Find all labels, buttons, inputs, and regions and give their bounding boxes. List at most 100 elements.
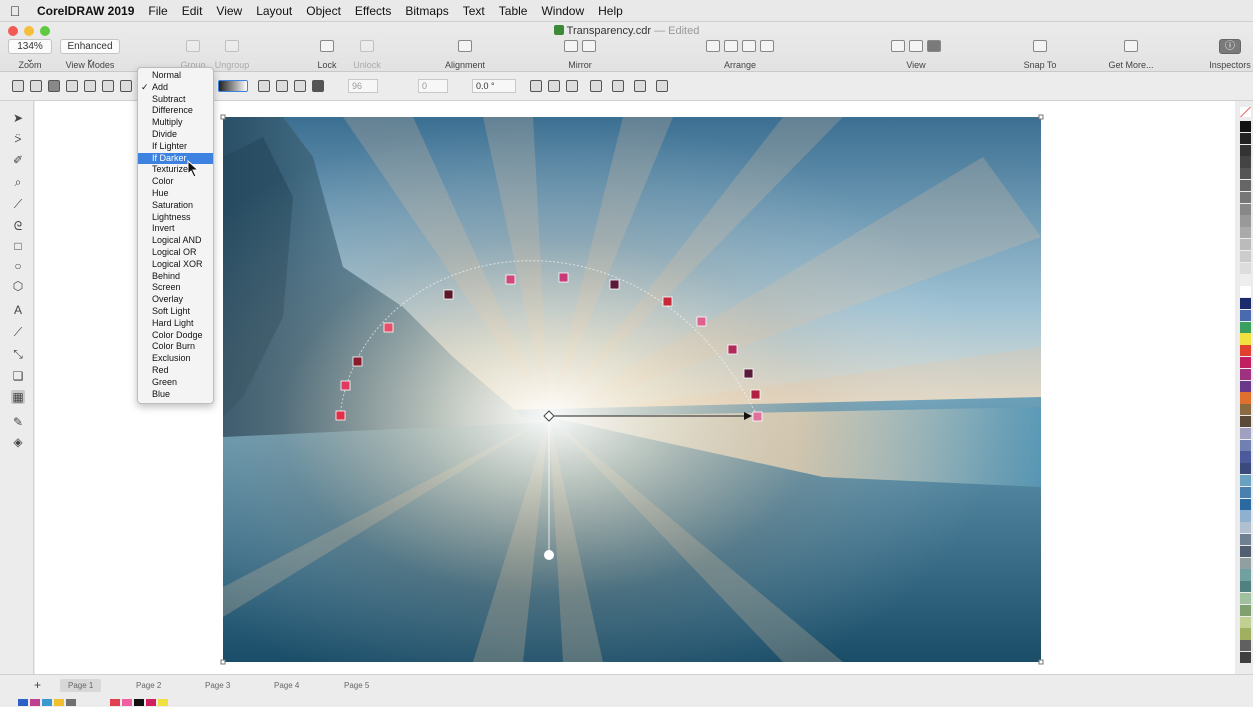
document-color-swatch[interactable] bbox=[54, 699, 64, 706]
interactive-fill-tool-icon[interactable]: ◈ bbox=[11, 435, 25, 449]
blend-mode-item[interactable]: Texturize bbox=[138, 164, 213, 176]
drop-shadow-tool-icon[interactable]: ❏ bbox=[11, 369, 25, 383]
menu-view[interactable]: View bbox=[209, 4, 249, 18]
blend-mode-item[interactable]: Saturation bbox=[138, 200, 213, 212]
palette-swatch[interactable] bbox=[1240, 463, 1251, 475]
tab-page-5[interactable]: Page 5 bbox=[336, 679, 377, 692]
rotation-field[interactable]: 0.0 ° bbox=[472, 79, 516, 93]
menu-app-name[interactable]: CorelDRAW 2019 bbox=[30, 4, 141, 18]
palette-swatch[interactable] bbox=[1240, 569, 1251, 581]
shape-tool-icon[interactable]: ⍩ bbox=[11, 131, 25, 145]
palette-swatch[interactable] bbox=[1240, 416, 1251, 428]
acceleration-icon[interactable] bbox=[566, 80, 578, 92]
copy-transparency-icon[interactable] bbox=[634, 80, 646, 92]
blend-mode-item[interactable]: Green bbox=[138, 377, 213, 389]
rectangle-tool-icon[interactable]: □ bbox=[11, 239, 25, 253]
group-icon[interactable] bbox=[186, 40, 200, 52]
connector-tool-icon[interactable]: ⤡ bbox=[11, 347, 25, 361]
apple-icon[interactable]:  bbox=[0, 3, 30, 19]
palette-swatch[interactable] bbox=[1240, 191, 1251, 204]
bitmap-pattern-transparency-icon[interactable] bbox=[84, 80, 96, 92]
menu-effects[interactable]: Effects bbox=[348, 4, 398, 18]
add-page-button[interactable]: + bbox=[34, 678, 41, 692]
gradient-preview-dropdown[interactable] bbox=[218, 80, 248, 92]
palette-swatch[interactable] bbox=[1240, 581, 1251, 593]
elliptical-fountain-icon[interactable] bbox=[276, 80, 288, 92]
palette-swatch[interactable] bbox=[1240, 203, 1251, 215]
magnet-icon[interactable] bbox=[1033, 40, 1047, 52]
palette-swatch[interactable] bbox=[1240, 321, 1251, 333]
palette-swatch[interactable] bbox=[1240, 156, 1251, 168]
forward-one-icon[interactable] bbox=[742, 40, 756, 52]
blend-mode-item[interactable]: Color Burn bbox=[138, 341, 213, 353]
menu-table[interactable]: Table bbox=[492, 4, 535, 18]
vector-pattern-transparency-icon[interactable] bbox=[66, 80, 78, 92]
document-color-swatch[interactable] bbox=[158, 699, 168, 706]
view-modes-dropdown[interactable]: Enhanced ⌄ bbox=[60, 39, 120, 65]
blend-mode-item[interactable]: Invert bbox=[138, 223, 213, 235]
palette-swatch[interactable] bbox=[1240, 510, 1251, 522]
ungroup-icon[interactable] bbox=[225, 40, 239, 52]
palette-swatch[interactable] bbox=[1240, 534, 1251, 546]
back-one-icon[interactable] bbox=[760, 40, 774, 52]
ellipse-tool-icon[interactable]: ○ bbox=[11, 259, 25, 273]
beach-photo-bitmap[interactable] bbox=[223, 117, 1041, 662]
palette-swatch[interactable] bbox=[1240, 557, 1251, 569]
menu-help[interactable]: Help bbox=[591, 4, 630, 18]
menu-file[interactable]: File bbox=[141, 4, 174, 18]
palette-swatch[interactable] bbox=[1240, 345, 1251, 357]
blend-mode-item[interactable]: Color bbox=[138, 176, 213, 188]
palette-swatch[interactable] bbox=[1240, 298, 1251, 310]
smooth-transition-icon[interactable] bbox=[548, 80, 560, 92]
menu-window[interactable]: Window bbox=[534, 4, 591, 18]
palette-swatch[interactable] bbox=[1240, 498, 1251, 510]
blend-mode-item[interactable]: Subtract bbox=[138, 94, 213, 106]
polygon-tool-icon[interactable]: ⬡ bbox=[11, 279, 25, 293]
blend-mode-item[interactable]: Logical AND bbox=[138, 235, 213, 247]
blend-mode-item[interactable]: Behind bbox=[138, 271, 213, 283]
palette-swatch[interactable] bbox=[1240, 144, 1251, 156]
menu-edit[interactable]: Edit bbox=[175, 4, 210, 18]
palette-swatch[interactable] bbox=[1240, 121, 1251, 133]
tab-page-2[interactable]: Page 2 bbox=[128, 679, 169, 692]
to-front-icon[interactable] bbox=[706, 40, 720, 52]
menu-text[interactable]: Text bbox=[456, 4, 492, 18]
blend-mode-item[interactable]: Hard Light bbox=[138, 318, 213, 330]
palette-swatch[interactable] bbox=[1240, 239, 1251, 251]
blend-mode-item[interactable]: Exclusion bbox=[138, 353, 213, 365]
blend-mode-item[interactable]: Difference bbox=[138, 105, 213, 117]
palette-swatch[interactable] bbox=[1240, 180, 1251, 192]
document-color-swatch[interactable] bbox=[30, 699, 40, 706]
uniform-transparency-icon[interactable] bbox=[30, 80, 42, 92]
mirror-vertical-icon[interactable] bbox=[582, 40, 596, 52]
crop-tool-icon[interactable]: ✐ bbox=[11, 153, 25, 167]
palette-swatch[interactable] bbox=[1240, 628, 1251, 640]
palette-swatch[interactable] bbox=[1240, 545, 1251, 558]
info-icon[interactable]: ⓘ bbox=[1219, 39, 1241, 54]
conical-fountain-icon[interactable] bbox=[294, 80, 306, 92]
text-tool-icon[interactable]: A bbox=[11, 303, 25, 317]
two-color-pattern-transparency-icon[interactable] bbox=[102, 80, 114, 92]
menu-bitmaps[interactable]: Bitmaps bbox=[398, 4, 455, 18]
palette-swatch[interactable] bbox=[1240, 262, 1251, 274]
palette-swatch[interactable] bbox=[1240, 439, 1251, 451]
tab-page-3[interactable]: Page 3 bbox=[197, 679, 238, 692]
palette-swatch[interactable] bbox=[1240, 309, 1251, 322]
palette-swatch[interactable] bbox=[1240, 404, 1251, 416]
blend-mode-item[interactable]: Screen bbox=[138, 282, 213, 294]
palette-swatch[interactable] bbox=[1240, 616, 1251, 628]
palette-swatch[interactable] bbox=[1240, 604, 1251, 617]
transparency-tool-icon[interactable]: ▦ bbox=[11, 390, 25, 404]
reverse-transparency-icon[interactable] bbox=[530, 80, 542, 92]
edit-transparency-icon[interactable] bbox=[590, 80, 602, 92]
tab-page-4[interactable]: Page 4 bbox=[266, 679, 307, 692]
blend-mode-item[interactable]: Normal bbox=[138, 70, 213, 82]
menu-layout[interactable]: Layout bbox=[249, 4, 299, 18]
blend-mode-item[interactable]: Logical XOR bbox=[138, 259, 213, 271]
transparency-options-icon[interactable] bbox=[656, 80, 668, 92]
blend-mode-item[interactable]: If Darker bbox=[138, 152, 213, 165]
blend-mode-item[interactable]: Red bbox=[138, 365, 213, 377]
node-transparency-field[interactable]: 96 bbox=[348, 79, 378, 93]
palette-swatch[interactable] bbox=[1240, 168, 1251, 180]
palette-swatch[interactable] bbox=[1240, 451, 1251, 463]
